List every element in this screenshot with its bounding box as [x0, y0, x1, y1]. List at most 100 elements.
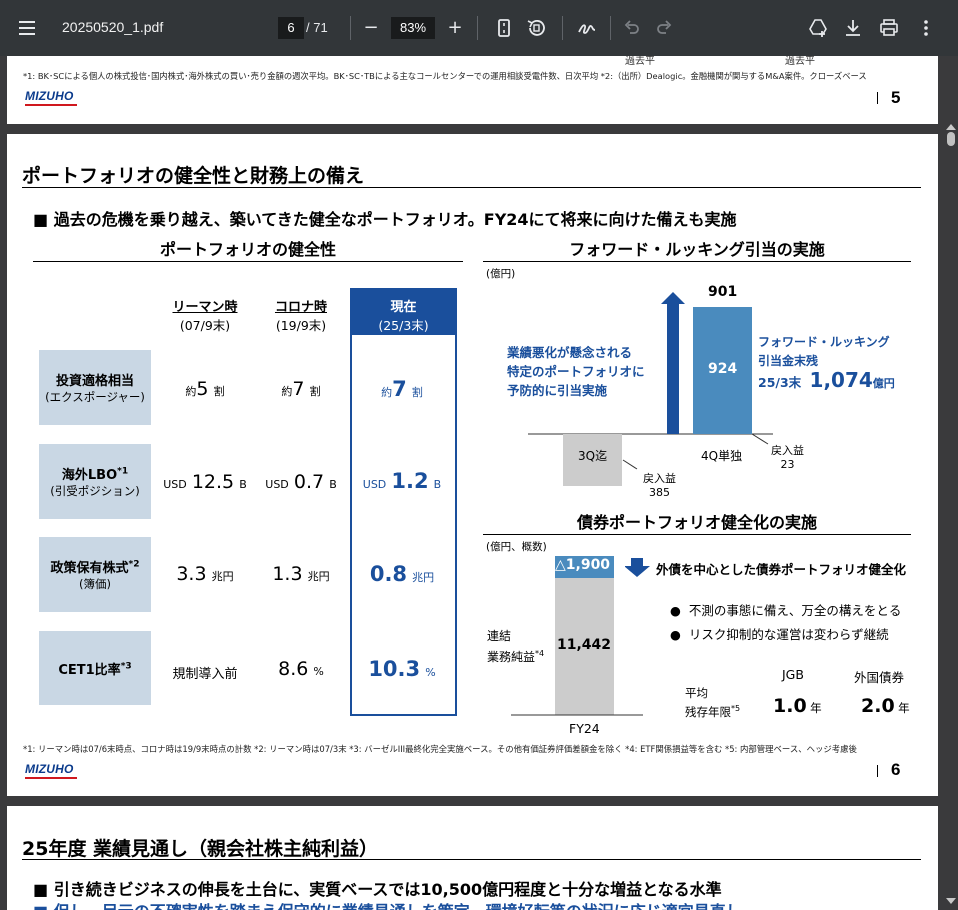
forward-looking-title: フォワード・ルッキング引当の実施: [569, 240, 825, 259]
redo-icon[interactable]: [652, 16, 676, 40]
category-label-4q: 4Q単独: [701, 449, 743, 463]
down-arrow-icon: [625, 558, 650, 577]
key-message: ■ 引き続きビジネスの伸長を土台に、実質ベースでは10,500億円程度と十分な増…: [33, 880, 722, 899]
bond-portfolio-title: 債券ポートフォリオ健全化の実施: [576, 513, 817, 532]
cell-value: 8.6 %: [278, 658, 324, 680]
footnote-marker: *2: [128, 559, 140, 570]
toolbar-divider: [350, 16, 351, 40]
fit-page-icon[interactable]: [492, 16, 516, 40]
column-lehman: リーマン時 (07/9末): [160, 296, 250, 334]
menu-icon[interactable]: [14, 15, 40, 41]
section-rule: [483, 534, 911, 535]
category-label-3q: 3Q迄: [578, 449, 608, 463]
cell-value: 約7 割: [281, 378, 321, 400]
key-message: ■ 過去の危機を乗り越え、築いてきた健全なポートフォリオ。FY24にて将来に向け…: [33, 210, 737, 229]
row-label-sub: (エクスポージャー): [45, 390, 145, 404]
bullet-item: ● 不測の事態に備え、万全の構えをとる: [670, 603, 902, 618]
mizuho-logo: MIZUHO: [25, 89, 74, 103]
foreign-maturity-value: 2.0 年: [861, 695, 910, 717]
draw-icon[interactable]: [575, 16, 599, 40]
logo-underline: [25, 104, 77, 106]
row-label-overseas-lbo: 海外LBO*1 (引受ポジション): [39, 444, 151, 519]
row-label-text: 政策保有株式: [50, 561, 129, 576]
row-label-sub: (簿価): [79, 577, 111, 591]
leader-line: [751, 433, 769, 445]
mizuho-logo: MIZUHO: [25, 762, 74, 776]
column-current: 現在 (25/3末): [350, 288, 457, 335]
column-date: (19/9末): [275, 318, 327, 333]
cell-value-current: USD 1.2 B: [362, 469, 442, 493]
toolbar-divider: [610, 16, 611, 40]
page-number-input[interactable]: 6: [278, 17, 304, 39]
bar-total-label: 901: [708, 284, 738, 300]
cell-value: 約5 割: [185, 378, 225, 400]
column-date: (25/3末): [378, 318, 429, 333]
delta-label: △1,900: [555, 557, 611, 573]
bond-headline: 外債を中心とした債券ポートフォリオ健全化: [656, 562, 907, 577]
cell-value: 1.3 兆円: [272, 563, 330, 585]
zoom-out-button[interactable]: −: [359, 16, 383, 40]
cell-value: 3.3 兆円: [176, 563, 234, 585]
current-column-frame: [350, 288, 457, 716]
column-jgb: JGB: [782, 667, 804, 682]
file-name: 20250520_1.pdf: [62, 19, 164, 35]
row-label-investment-grade: 投資適格相当 (エクスポージャー): [39, 350, 151, 425]
column-date: (07/9末): [179, 318, 231, 333]
page-number-divider: [877, 92, 878, 104]
print-icon[interactable]: [877, 16, 901, 40]
column-foreign-bonds: 外国債券: [854, 670, 905, 685]
toolbar-divider: [562, 16, 563, 40]
page-number-divider: [877, 765, 878, 777]
page-number: 5: [891, 88, 901, 107]
key-message: ■ 但し、足元の不確実性を踏まえ保守的に業績見通しを策定。環境好転等の状況に応じ…: [33, 898, 742, 910]
page-title: 25年度 業績見通し（親会社株主純利益）: [22, 838, 379, 860]
leader-line: [622, 459, 638, 470]
cell-value-current: 0.8 兆円: [369, 562, 435, 586]
footnote: *1: リーマン時は07/6末時点、コロナ時は19/9末時点の計数 *2: リー…: [23, 744, 857, 754]
cell-value-current: 10.3 %: [368, 657, 436, 681]
row-label-strategic-shares: 政策保有株式*2 (簿価): [39, 537, 151, 612]
zoom-in-button[interactable]: +: [443, 16, 467, 40]
y-axis-label: 連結 業務純益*4: [487, 629, 545, 664]
rotate-icon[interactable]: [524, 16, 548, 40]
scroll-up-arrow[interactable]: [946, 124, 956, 130]
pdf-page-5: 過去平 過去平 *1: BK･SCによる個人の株式投信･国内株式･海外株式の買い…: [7, 56, 938, 124]
jgb-maturity-value: 1.0 年: [773, 695, 822, 717]
page-number: 6: [891, 760, 901, 779]
provision-note: フォワード・ルッキング 引当金末残 25/3末 1,074億円: [758, 335, 895, 392]
reversal-3q-label: 戻入益 385: [643, 472, 676, 499]
title-rule: [22, 859, 921, 860]
more-options-icon[interactable]: [914, 16, 938, 40]
column-label: コロナ時: [274, 300, 327, 315]
scroll-down-arrow[interactable]: [946, 898, 956, 904]
pdf-page-7: 25年度 業績見通し（親会社株主純利益） ■ 引き続きビジネスの伸長を土台に、実…: [7, 806, 938, 910]
download-icon[interactable]: [841, 16, 865, 40]
zoom-input[interactable]: 83%: [391, 17, 435, 39]
cell-value: 規制導入前: [172, 667, 238, 682]
page-count: / 71: [306, 20, 328, 35]
toolbar-divider: [477, 16, 478, 40]
column-label: リーマン時: [172, 300, 238, 315]
row-label-text: 投資適格相当: [55, 374, 134, 389]
scrollbar-track[interactable]: [944, 56, 958, 910]
title-rule: [22, 187, 921, 188]
maturity-label: 平均 残存年限*5: [685, 686, 741, 719]
footnote-marker: *3: [120, 661, 132, 672]
column-label: 現在: [390, 300, 417, 315]
bar-value-label: 924: [708, 361, 738, 377]
cell-value: USD 0.7 B: [265, 471, 337, 493]
cell-value-current: 約7 割: [381, 377, 423, 401]
pdf-page-6: ポートフォリオの健全性と財務上の備え ■ 過去の危機を乗り越え、築いてきた健全な…: [7, 134, 938, 796]
x-category-label: FY24: [569, 721, 600, 736]
add-to-drive-icon[interactable]: [806, 16, 830, 40]
cell-value: USD 12.5 B: [163, 471, 247, 493]
portfolio-health-title: ポートフォリオの健全性: [159, 240, 336, 259]
undo-icon[interactable]: [620, 16, 644, 40]
row-label-text: 海外LBO: [61, 468, 118, 483]
footnote-marker: *1: [117, 466, 129, 477]
footnote: *1: BK･SCによる個人の株式投信･国内株式･海外株式の買い･売り金額の週次…: [23, 71, 867, 81]
scrollbar-thumb[interactable]: [947, 132, 955, 146]
pdf-toolbar: 20250520_1.pdf 6 / 71 − 83% +: [0, 0, 958, 56]
bullet-item: ● リスク抑制的な運営は変わらず継続: [670, 627, 889, 642]
column-covid: コロナ時 (19/9末): [256, 296, 346, 334]
